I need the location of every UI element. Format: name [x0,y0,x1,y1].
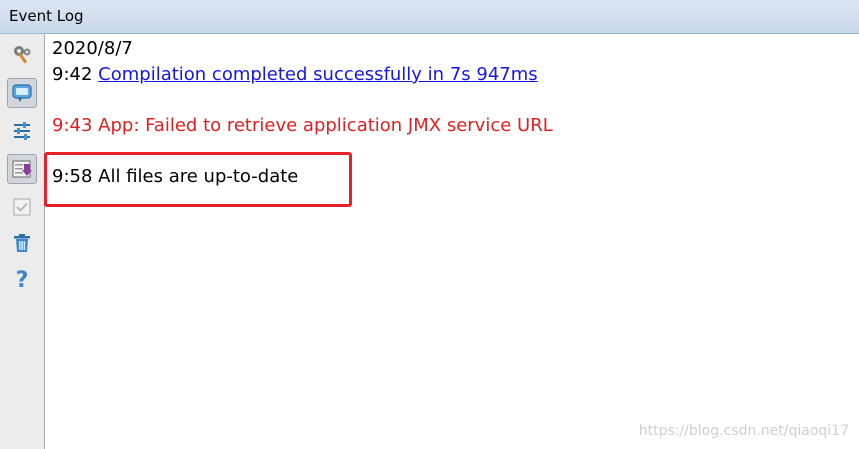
svg-text:?: ? [16,268,29,290]
settings-button[interactable] [7,40,37,70]
balloon-message-icon [12,84,32,102]
highlight-annotation-box [44,152,352,207]
log-date: 2020/8/7 [52,38,133,59]
show-balloons-toggle[interactable] [7,78,37,108]
log-entry: 9:42 Compilation completed successfully … [52,64,538,86]
title-bar: Event Log [0,0,859,34]
event-log-window: Event Log ? 2020/8/7 9:42 Compilation co… [0,0,859,449]
log-entry: 9:43 App: Failed to retrieve application… [52,115,553,137]
mark-all-read-icon [13,198,31,216]
help-button[interactable]: ? [7,264,37,294]
clear-all-button[interactable] [7,228,37,258]
log-message-link[interactable]: Compilation completed successfully in 7s… [98,64,537,85]
trash-icon [14,234,30,252]
log-time: 9:42 [52,64,93,85]
filter-settings-button[interactable] [7,116,37,146]
window-title: Event Log [9,7,84,25]
scroll-to-end-toggle[interactable] [7,154,37,184]
watermark: https://blog.csdn.net/qiaoqi17 [638,423,849,439]
scroll-to-end-icon [12,160,32,178]
event-log-toolbar: ? [0,34,45,449]
log-message-error: App: Failed to retrieve application JMX … [98,115,553,136]
help-icon: ? [16,268,29,290]
wrench-settings-icon [14,46,31,64]
mark-all-read-button[interactable] [7,192,37,222]
log-time: 9:43 [52,115,93,136]
filter-settings-icon [14,122,30,140]
